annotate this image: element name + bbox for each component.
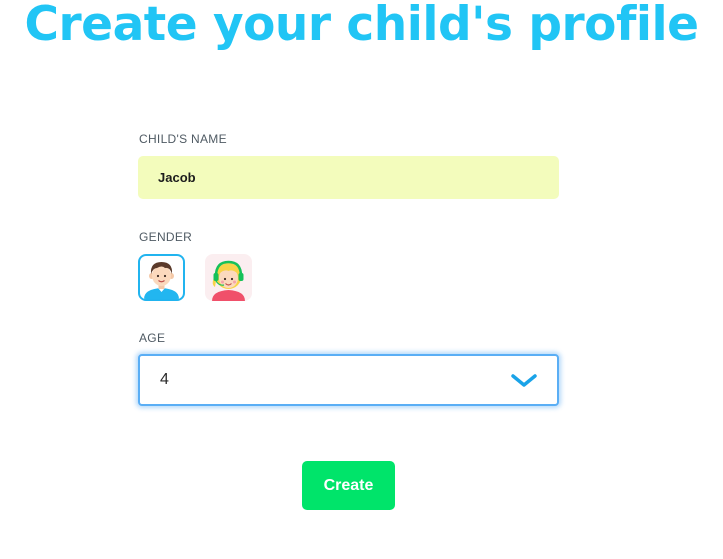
chevron-down-icon: [511, 374, 537, 387]
gender-option-girl[interactable]: [205, 254, 252, 301]
create-button[interactable]: Create: [302, 461, 395, 510]
gender-option-boy[interactable]: [138, 254, 185, 301]
page-title: Create your child's profile: [24, 0, 699, 52]
childs-name-input[interactable]: [138, 156, 559, 199]
gender-label: GENDER: [139, 230, 193, 244]
girl-avatar-icon: [212, 260, 245, 301]
age-value: 4: [160, 371, 169, 388]
childs-name-label: CHILD'S NAME: [139, 132, 227, 146]
age-select[interactable]: 4: [138, 354, 559, 406]
boy-avatar-icon: [144, 262, 179, 299]
age-label: AGE: [139, 331, 166, 345]
